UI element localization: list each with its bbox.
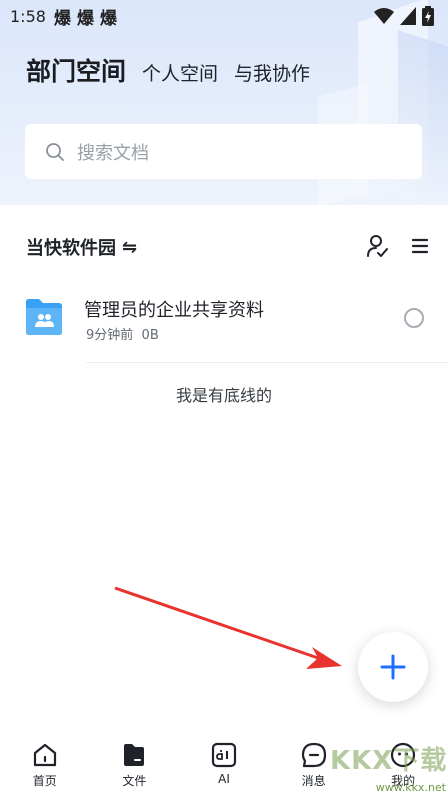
tab-ai[interactable]: AI: [179, 738, 269, 796]
plus-icon: [380, 654, 406, 680]
tab-label: AI: [218, 772, 230, 786]
add-button[interactable]: [358, 632, 428, 702]
tab-files[interactable]: 文件: [90, 738, 180, 796]
home-icon: [33, 743, 56, 767]
ai-icon: [211, 742, 237, 768]
tab-label: 文件: [122, 774, 147, 788]
watermark-url: www.kkx.net: [375, 781, 446, 794]
tab-label: 首页: [32, 774, 57, 788]
tab-label: 消息: [301, 774, 326, 788]
file-icon: [124, 744, 145, 766]
tab-home[interactable]: 首页: [0, 738, 90, 796]
watermark-logo: KKX下载: [330, 746, 448, 776]
message-icon: [301, 742, 326, 768]
